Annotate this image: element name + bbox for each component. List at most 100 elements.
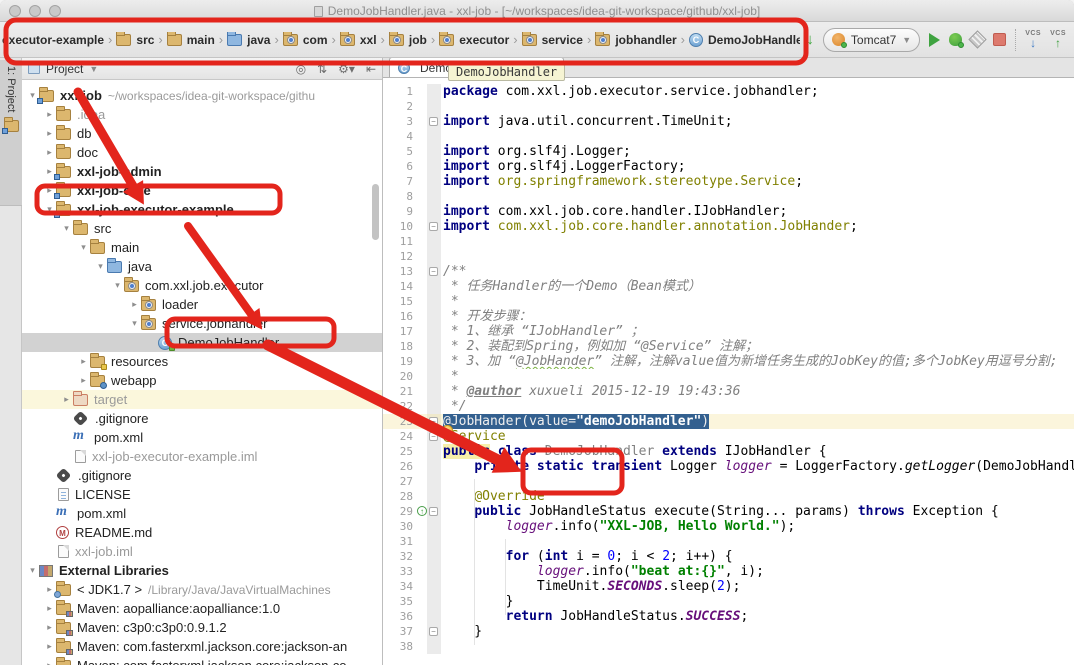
code-line-38[interactable]: 38 (383, 639, 1074, 654)
chevron-collapsed-icon[interactable]: ▸ (43, 128, 56, 139)
code-line-35[interactable]: 35 } (383, 594, 1074, 609)
tree-item-src[interactable]: ▾src (22, 219, 382, 238)
chevron-collapsed-icon[interactable]: ▸ (43, 641, 56, 652)
tree-item-xxl-job[interactable]: ▾xxl-job~/workspaces/idea-git-workspace/… (22, 86, 382, 105)
stop-button[interactable] (993, 33, 1006, 46)
scroll-from-source-icon[interactable]: ⇅ (317, 62, 327, 76)
breadcrumb-item-job[interactable]: job (389, 33, 427, 47)
tree-item-xxl-job-executor-example[interactable]: ▾xxl-job-executor-example (22, 200, 382, 219)
chevron-collapsed-icon[interactable]: ▸ (60, 394, 73, 405)
tree-item-db[interactable]: ▸db (22, 124, 382, 143)
tree-item-com-xxl-job-executor[interactable]: ▾com.xxl.job.executor (22, 276, 382, 295)
tree-item-license[interactable]: LICENSE (22, 485, 382, 504)
chevron-collapsed-icon[interactable]: ▸ (128, 299, 141, 310)
vcs-commit-button[interactable]: VCS↑ (1050, 30, 1066, 49)
code-line-20[interactable]: 20 * (383, 369, 1074, 384)
code-line-33[interactable]: 33 logger.info("beat at:{}", i); (383, 564, 1074, 579)
code-line-3[interactable]: 3−import java.util.concurrent.TimeUnit; (383, 114, 1074, 129)
code-line-29[interactable]: 29↑− public JobHandleStatus execute(Stri… (383, 504, 1074, 519)
collapse-all-icon[interactable]: ⇤ (366, 62, 376, 76)
tree-item-readme-md[interactable]: README.md (22, 523, 382, 542)
breadcrumb-item-demojobhandler[interactable]: DemoJobHandler (689, 33, 800, 47)
code-line-37[interactable]: 37− } (383, 624, 1074, 639)
code-line-26[interactable]: 26 private static transient Logger logge… (383, 459, 1074, 474)
code-line-4[interactable]: 4 (383, 129, 1074, 144)
code-line-21[interactable]: 21 * @author xuxueli 2015-12-19 19:43:36 (383, 384, 1074, 399)
tree-item-loader[interactable]: ▸loader (22, 295, 382, 314)
code-line-32[interactable]: 32 for (int i = 0; i < 2; i++) { (383, 549, 1074, 564)
code-line-9[interactable]: 9import com.xxl.job.core.handler.IJobHan… (383, 204, 1074, 219)
chevron-expanded-icon[interactable]: ▾ (60, 223, 73, 234)
tree-item-java[interactable]: ▾java (22, 257, 382, 276)
breadcrumb-item-executor-example[interactable]: executor-example (2, 33, 104, 47)
code-line-24[interactable]: 24−@Service (383, 429, 1074, 444)
tree-item-demojobhandler[interactable]: DemoJobHandler (22, 333, 382, 352)
tree-item-xxl-job-core[interactable]: ▸xxl-job-core (22, 181, 382, 200)
chevron-expanded-icon[interactable]: ▾ (26, 565, 39, 576)
chevron-collapsed-icon[interactable]: ▸ (43, 109, 56, 120)
code-line-13[interactable]: 13−/** (383, 264, 1074, 279)
scroll-down-icon[interactable]: ↓ (806, 32, 814, 47)
tree-item-xxl-job-executor-example-iml[interactable]: xxl-job-executor-example.iml (22, 447, 382, 466)
chevron-expanded-icon[interactable]: ▾ (128, 318, 141, 329)
fold-toggle-icon[interactable]: − (429, 417, 438, 426)
locate-icon[interactable]: ◎ (296, 62, 306, 76)
code-line-22[interactable]: 22 */ (383, 399, 1074, 414)
tree-item-maven-com-fasterxml-jackson-core-jackson-co[interactable]: ▸Maven: com.fasterxml.jackson.core:jacks… (22, 656, 382, 665)
run-button[interactable] (929, 33, 940, 47)
breadcrumb-item-xxl[interactable]: xxl (340, 33, 377, 47)
breadcrumb-item-service[interactable]: service (522, 33, 583, 47)
gear-icon[interactable]: ⚙▾ (338, 62, 355, 76)
code-line-16[interactable]: 16 * 开发步骤： (383, 309, 1074, 324)
project-tool-window-tab[interactable]: 1: Project (0, 60, 22, 206)
code-line-6[interactable]: 6import org.slf4j.LoggerFactory; (383, 159, 1074, 174)
chevron-collapsed-icon[interactable]: ▸ (43, 622, 56, 633)
tree-item-pom-xml[interactable]: pom.xml (22, 504, 382, 523)
intention-bulb-icon[interactable] (442, 425, 453, 436)
run-configuration-select[interactable]: Tomcat7 ▼ (823, 28, 920, 52)
breadcrumb-item-com[interactable]: com (283, 33, 328, 47)
chevron-collapsed-icon[interactable]: ▸ (77, 356, 90, 367)
tree-item-resources[interactable]: ▸resources (22, 352, 382, 371)
tree-item-pom-xml[interactable]: pom.xml (22, 428, 382, 447)
code-line-15[interactable]: 15 * (383, 294, 1074, 309)
tree-item-main[interactable]: ▾main (22, 238, 382, 257)
chevron-collapsed-icon[interactable]: ▸ (43, 147, 56, 158)
chevron-expanded-icon[interactable]: ▾ (111, 280, 124, 291)
vcs-update-button[interactable]: VCS↓ (1025, 30, 1041, 49)
code-line-8[interactable]: 8 (383, 189, 1074, 204)
breadcrumb-item-main[interactable]: main (167, 33, 215, 47)
code-line-31[interactable]: 31 (383, 534, 1074, 549)
breadcrumb-item-jobhandler[interactable]: jobhandler (595, 33, 676, 47)
tree-item-gitignore[interactable]: .gitignore (22, 409, 382, 428)
chevron-collapsed-icon[interactable]: ▸ (43, 603, 56, 614)
code-line-11[interactable]: 11 (383, 234, 1074, 249)
tree-item-xxl-job-admin[interactable]: ▸xxl-job-admin (22, 162, 382, 181)
breadcrumb-item-executor[interactable]: executor (439, 33, 509, 47)
code-line-34[interactable]: 34 TimeUnit.SECONDS.sleep(2); (383, 579, 1074, 594)
tree-item-external-libraries[interactable]: ▾External Libraries (22, 561, 382, 580)
project-scrollbar[interactable] (372, 184, 379, 240)
fold-toggle-icon[interactable]: − (429, 627, 438, 636)
breadcrumb-item-src[interactable]: src (116, 33, 154, 47)
code-line-5[interactable]: 5import org.slf4j.Logger; (383, 144, 1074, 159)
tree-item-xxl-job-iml[interactable]: xxl-job.iml (22, 542, 382, 561)
code-line-10[interactable]: 10−import com.xxl.job.core.handler.annot… (383, 219, 1074, 234)
chevron-collapsed-icon[interactable]: ▸ (77, 375, 90, 386)
coverage-button[interactable] (968, 30, 986, 48)
code-line-17[interactable]: 17 * 1、继承 “IJobHandler” ； (383, 324, 1074, 339)
tree-item-doc[interactable]: ▸doc (22, 143, 382, 162)
code-line-27[interactable]: 27 (383, 474, 1074, 489)
code-line-25[interactable]: 25public class DemoJobHandler extends IJ… (383, 444, 1074, 459)
code-line-14[interactable]: 14 * 任务Handler的一个Demo（Bean模式） (383, 279, 1074, 294)
chevron-collapsed-icon[interactable]: ▸ (43, 660, 56, 665)
fold-toggle-icon[interactable]: − (429, 267, 438, 276)
chevron-expanded-icon[interactable]: ▾ (94, 261, 107, 272)
tree-item-gitignore[interactable]: .gitignore (22, 466, 382, 485)
debug-button[interactable] (949, 33, 962, 46)
fold-toggle-icon[interactable]: − (429, 222, 438, 231)
chevron-expanded-icon[interactable]: ▾ (77, 242, 90, 253)
tree-item-maven-c3p0-c3p0-0-9-1-2[interactable]: ▸Maven: c3p0:c3p0:0.9.1.2 (22, 618, 382, 637)
code-line-19[interactable]: 19 * 3、加 “@JobHander” 注解，注解value值为新增任务生成… (383, 354, 1074, 369)
code-line-18[interactable]: 18 * 2、装配到Spring，例如加 “@Service” 注解； (383, 339, 1074, 354)
